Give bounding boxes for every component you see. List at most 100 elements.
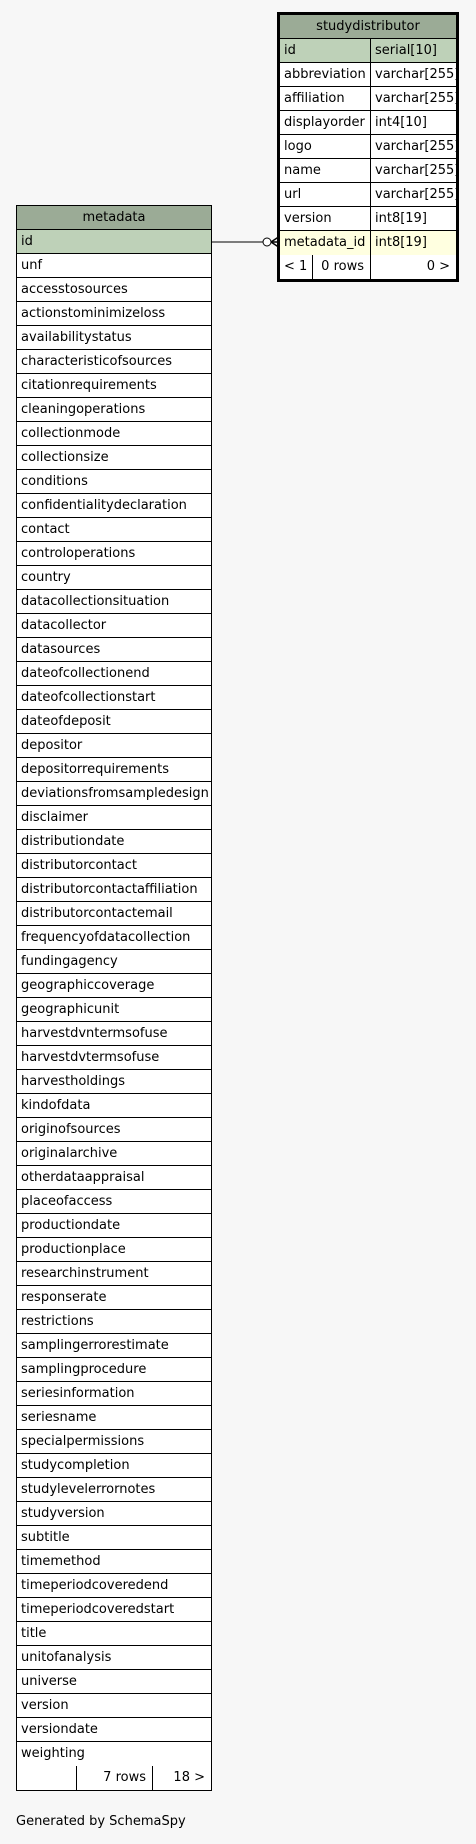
- column-name: dateofcollectionend: [17, 662, 211, 685]
- table-row[interactable]: dateofcollectionstart: [17, 686, 211, 710]
- column-name: abbreviation: [280, 63, 371, 86]
- table-row[interactable]: affiliation varchar[255]: [280, 87, 456, 111]
- table-row[interactable]: geographiccoverage: [17, 974, 211, 998]
- table-row[interactable]: timeperiodcoveredend: [17, 1574, 211, 1598]
- table-row[interactable]: frequencyofdatacollection: [17, 926, 211, 950]
- table-row[interactable]: samplingprocedure: [17, 1358, 211, 1382]
- table-row[interactable]: originofsources: [17, 1118, 211, 1142]
- column-name: metadata_id: [280, 231, 371, 255]
- table-row[interactable]: timeperiodcoveredstart: [17, 1598, 211, 1622]
- column-name: citationrequirements: [17, 374, 211, 397]
- column-name: timeperiodcoveredstart: [17, 1598, 211, 1621]
- table-row[interactable]: harvestdvntermsofuse: [17, 1022, 211, 1046]
- table-row[interactable]: url varchar[255]: [280, 183, 456, 207]
- table-row[interactable]: fundingagency: [17, 950, 211, 974]
- table-row[interactable]: distributorcontact: [17, 854, 211, 878]
- table-row[interactable]: datacollectionsituation: [17, 590, 211, 614]
- table-row[interactable]: seriesname: [17, 1406, 211, 1430]
- table-row[interactable]: subtitle: [17, 1526, 211, 1550]
- table-row[interactable]: responserate: [17, 1286, 211, 1310]
- table-row[interactable]: harvestholdings: [17, 1070, 211, 1094]
- table-row[interactable]: distributorcontactemail: [17, 902, 211, 926]
- column-name: version: [17, 1694, 211, 1717]
- table-row[interactable]: restrictions: [17, 1310, 211, 1334]
- table-row[interactable]: kindofdata: [17, 1094, 211, 1118]
- table-row[interactable]: country: [17, 566, 211, 590]
- column-name: availabilitystatus: [17, 326, 211, 349]
- column-name: kindofdata: [17, 1094, 211, 1117]
- parents-count[interactable]: < 1: [280, 255, 313, 279]
- table-row[interactable]: actionstominimizeloss: [17, 302, 211, 326]
- table-row[interactable]: disclaimer: [17, 806, 211, 830]
- column-name: timemethod: [17, 1550, 211, 1573]
- table-row[interactable]: samplingerrorestimate: [17, 1334, 211, 1358]
- table-row[interactable]: characteristicofsources: [17, 350, 211, 374]
- column-name: seriesname: [17, 1406, 211, 1429]
- table-row[interactable]: originalarchive: [17, 1142, 211, 1166]
- table-row[interactable]: citationrequirements: [17, 374, 211, 398]
- table-row[interactable]: cleaningoperations: [17, 398, 211, 422]
- table-row[interactable]: contact: [17, 518, 211, 542]
- table-row[interactable]: placeofaccess: [17, 1190, 211, 1214]
- column-name: id: [17, 230, 211, 253]
- table-row[interactable]: datasources: [17, 638, 211, 662]
- table-row[interactable]: title: [17, 1622, 211, 1646]
- table-row[interactable]: abbreviation varchar[255]: [280, 63, 456, 87]
- table-row[interactable]: version int8[19]: [280, 207, 456, 231]
- table-row[interactable]: otherdataappraisal: [17, 1166, 211, 1190]
- studydistributor-table[interactable]: studydistributor id serial[10] abbreviatio…: [277, 12, 459, 282]
- table-row[interactable]: availabilitystatus: [17, 326, 211, 350]
- table-row[interactable]: harvestdvtermsofuse: [17, 1046, 211, 1070]
- column-name: otherdataappraisal: [17, 1166, 211, 1189]
- column-name: timeperiodcoveredend: [17, 1574, 211, 1597]
- table-row[interactable]: logo varchar[255]: [280, 135, 456, 159]
- column-name: dateofcollectionstart: [17, 686, 211, 709]
- row-count: 0 rows: [313, 255, 371, 279]
- table-row[interactable]: seriesinformation: [17, 1382, 211, 1406]
- table-row[interactable]: name varchar[255]: [280, 159, 456, 183]
- table-row[interactable]: deviationsfromsampledesign: [17, 782, 211, 806]
- table-row[interactable]: timemethod: [17, 1550, 211, 1574]
- table-row[interactable]: productionplace: [17, 1238, 211, 1262]
- table-row[interactable]: conditions: [17, 470, 211, 494]
- table-row[interactable]: studylevelerrornotes: [17, 1478, 211, 1502]
- table-row[interactable]: id serial[10]: [280, 39, 456, 63]
- table-row[interactable]: versiondate: [17, 1718, 211, 1742]
- table-row[interactable]: researchinstrument: [17, 1262, 211, 1286]
- studydistributor-table-title[interactable]: studydistributor: [280, 15, 456, 39]
- children-count[interactable]: 0 >: [371, 255, 456, 279]
- table-row[interactable]: depositorrequirements: [17, 758, 211, 782]
- table-row[interactable]: studycompletion: [17, 1454, 211, 1478]
- metadata-table-title[interactable]: metadata: [17, 206, 211, 230]
- table-row[interactable]: dateofcollectionend: [17, 662, 211, 686]
- table-row[interactable]: displayorder int4[10]: [280, 111, 456, 135]
- column-name: unitofanalysis: [17, 1646, 211, 1669]
- table-row[interactable]: dateofdeposit: [17, 710, 211, 734]
- table-row[interactable]: accesstosources: [17, 278, 211, 302]
- table-row[interactable]: datacollector: [17, 614, 211, 638]
- table-row[interactable]: distributiondate: [17, 830, 211, 854]
- table-row[interactable]: unitofanalysis: [17, 1646, 211, 1670]
- table-row[interactable]: metadata_id int8[19]: [280, 231, 456, 255]
- column-name: restrictions: [17, 1310, 211, 1333]
- table-row[interactable]: studyversion: [17, 1502, 211, 1526]
- column-name: id: [280, 39, 371, 62]
- children-count[interactable]: 18 >: [153, 1766, 211, 1790]
- column-name: controloperations: [17, 542, 211, 565]
- table-row[interactable]: specialpermissions: [17, 1430, 211, 1454]
- table-row[interactable]: collectionmode: [17, 422, 211, 446]
- table-row[interactable]: confidentialitydeclaration: [17, 494, 211, 518]
- table-row[interactable]: controloperations: [17, 542, 211, 566]
- metadata-primary-key-row[interactable]: id: [17, 230, 211, 254]
- table-row[interactable]: distributorcontactaffiliation: [17, 878, 211, 902]
- table-row[interactable]: collectionsize: [17, 446, 211, 470]
- table-row[interactable]: weighting: [17, 1742, 211, 1766]
- metadata-table[interactable]: metadata id unf accesstosources actionstom…: [16, 205, 212, 1791]
- table-row[interactable]: productiondate: [17, 1214, 211, 1238]
- table-row[interactable]: depositor: [17, 734, 211, 758]
- table-row[interactable]: unf: [17, 254, 211, 278]
- column-type: int8[19]: [371, 207, 456, 230]
- table-row[interactable]: version: [17, 1694, 211, 1718]
- table-row[interactable]: universe: [17, 1670, 211, 1694]
- table-row[interactable]: geographicunit: [17, 998, 211, 1022]
